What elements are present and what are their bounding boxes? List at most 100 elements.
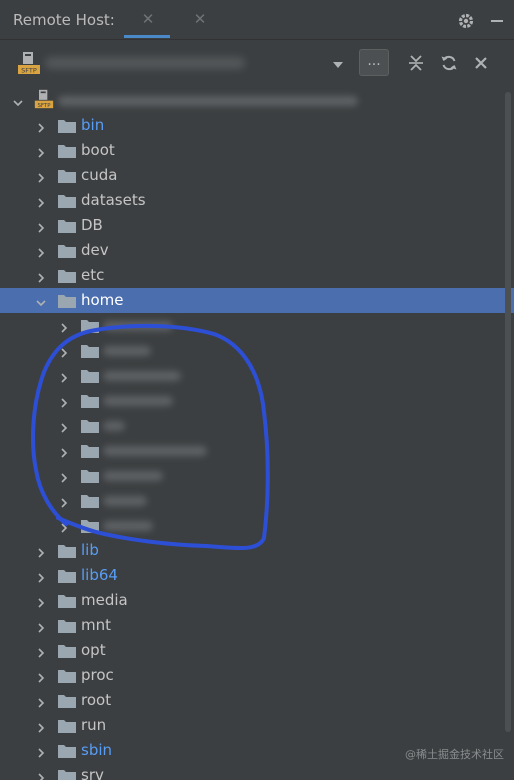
tree-scrollbar[interactable]: [504, 88, 512, 778]
tree-item-home-user[interactable]: [0, 463, 514, 488]
folder-icon: [81, 343, 99, 358]
refresh-icon[interactable]: [439, 53, 459, 73]
tree-item-srv[interactable]: srv: [0, 763, 514, 780]
folder-label: root: [81, 691, 112, 709]
chevron-right-icon[interactable]: [35, 569, 47, 583]
remote-file-tree: SFTP bin boot cuda datasets DB dev etc home lib l…: [0, 88, 514, 780]
tree-item-home-user[interactable]: [0, 488, 514, 513]
browse-button[interactable]: ...: [359, 49, 389, 76]
chevron-down-icon[interactable]: [35, 294, 47, 307]
chevron-right-icon[interactable]: [35, 594, 47, 608]
chevron-right-icon[interactable]: [58, 469, 70, 483]
folder-icon: [58, 593, 76, 608]
minimize-icon[interactable]: [487, 11, 507, 31]
chevron-right-icon[interactable]: [58, 319, 70, 333]
close-icon[interactable]: ✕: [193, 12, 207, 27]
folder-label: DB: [81, 216, 103, 234]
folder-icon: [81, 468, 99, 483]
connection-toolbar: SFTP ...: [0, 41, 514, 87]
tree-item-dev[interactable]: dev: [0, 238, 514, 263]
gear-icon[interactable]: [456, 11, 476, 31]
chevron-right-icon[interactable]: [35, 694, 47, 708]
chevron-right-icon[interactable]: [58, 419, 70, 433]
redacted-folder-name: [103, 521, 153, 531]
redacted-folder-name: [103, 496, 147, 506]
chevron-right-icon[interactable]: [58, 369, 70, 383]
folder-icon: [58, 693, 76, 708]
chevron-right-icon[interactable]: [58, 344, 70, 358]
folder-icon: [58, 718, 76, 733]
tree-item-home-user[interactable]: [0, 413, 514, 438]
sftp-server-icon: SFTP: [34, 89, 54, 109]
close-icon[interactable]: [471, 53, 491, 73]
host-tab-2[interactable]: ✕: [176, 8, 222, 38]
tree-item-home-user[interactable]: [0, 363, 514, 388]
chevron-right-icon[interactable]: [35, 119, 47, 133]
chevron-right-icon[interactable]: [35, 194, 47, 208]
chevron-right-icon[interactable]: [35, 769, 47, 780]
folder-label: etc: [81, 266, 105, 284]
tree-item-mnt[interactable]: mnt: [0, 613, 514, 638]
chevron-right-icon[interactable]: [58, 494, 70, 508]
redacted-folder-name: [103, 421, 125, 431]
tree-item-lib[interactable]: lib: [0, 538, 514, 563]
chevron-right-icon[interactable]: [35, 744, 47, 758]
chevron-right-icon[interactable]: [35, 544, 47, 558]
chevron-right-icon[interactable]: [58, 444, 70, 458]
host-name-redacted[interactable]: [45, 57, 245, 69]
tree-item-media[interactable]: media: [0, 588, 514, 613]
tree-item-home-user[interactable]: [0, 313, 514, 338]
chevron-right-icon[interactable]: [35, 619, 47, 633]
chevron-down-icon[interactable]: [12, 94, 24, 107]
tree-item-bin[interactable]: bin: [0, 113, 514, 138]
tree-item-home[interactable]: home: [0, 288, 514, 313]
chevron-right-icon[interactable]: [35, 719, 47, 733]
chevron-right-icon[interactable]: [35, 644, 47, 658]
folder-icon: [81, 368, 99, 383]
folder-icon: [58, 568, 76, 583]
folder-label: cuda: [81, 166, 118, 184]
close-icon[interactable]: ✕: [141, 12, 155, 27]
folder-label: dev: [81, 241, 109, 259]
tree-item-run[interactable]: run: [0, 713, 514, 738]
tree-item-opt[interactable]: opt: [0, 638, 514, 663]
tree-item-home-user[interactable]: [0, 438, 514, 463]
folder-icon: [58, 618, 76, 633]
folder-icon: [58, 243, 76, 258]
chevron-right-icon[interactable]: [35, 219, 47, 233]
folder-label: media: [81, 591, 128, 609]
chevron-right-icon[interactable]: [35, 169, 47, 183]
tree-item-cuda[interactable]: cuda: [0, 163, 514, 188]
scroll-thumb[interactable]: [505, 92, 511, 732]
chevron-right-icon[interactable]: [35, 269, 47, 283]
tree-item-boot[interactable]: boot: [0, 138, 514, 163]
folder-label: sbin: [81, 741, 113, 759]
panel-title: Remote Host:: [13, 11, 115, 29]
tree-item-db[interactable]: DB: [0, 213, 514, 238]
tree-item-home-user[interactable]: [0, 338, 514, 363]
folder-icon: [81, 318, 99, 333]
folder-icon: [58, 768, 76, 780]
tree-item-datasets[interactable]: datasets: [0, 188, 514, 213]
folder-icon: [58, 293, 76, 308]
host-tab-1[interactable]: ✕: [124, 8, 170, 38]
tree-item-root[interactable]: root: [0, 688, 514, 713]
folder-label: bin: [81, 116, 105, 134]
folder-label: lib64: [81, 566, 118, 584]
tree-item-home-user[interactable]: [0, 513, 514, 538]
folder-icon: [58, 143, 76, 158]
tree-item-etc[interactable]: etc: [0, 263, 514, 288]
chevron-right-icon[interactable]: [35, 669, 47, 683]
chevron-right-icon[interactable]: [35, 144, 47, 158]
dropdown-arrow-icon[interactable]: [331, 57, 345, 71]
collapse-all-icon[interactable]: [406, 53, 426, 73]
tree-item-home-user[interactable]: [0, 388, 514, 413]
tree-root-row[interactable]: SFTP: [0, 88, 514, 113]
chevron-right-icon[interactable]: [35, 244, 47, 258]
chevron-right-icon[interactable]: [58, 394, 70, 408]
folder-label: boot: [81, 141, 115, 159]
tree-item-lib64[interactable]: lib64: [0, 563, 514, 588]
redacted-folder-name: [103, 371, 181, 381]
tree-item-proc[interactable]: proc: [0, 663, 514, 688]
chevron-right-icon[interactable]: [58, 519, 70, 533]
